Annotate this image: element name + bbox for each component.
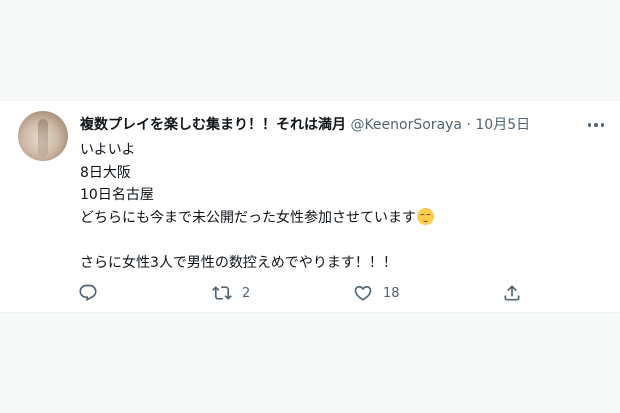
- tweet-actions: 2 18: [0, 281, 620, 305]
- share-icon: [504, 285, 520, 301]
- like-button[interactable]: 18: [353, 281, 400, 305]
- tweet-line: 10日名古屋: [80, 187, 154, 203]
- retweet-icon: [212, 286, 232, 300]
- tweet-card[interactable]: 複数プレイを楽しむ集まり！！それは満月 @KeenorSoraya · 10月5…: [0, 100, 620, 313]
- tweet-line: 8日大阪: [80, 164, 131, 181]
- more-options-icon[interactable]: [585, 115, 607, 135]
- tweet-line: いよいよ: [80, 142, 136, 158]
- separator-dot: ·: [466, 117, 471, 133]
- retweet-button[interactable]: 2: [212, 281, 250, 305]
- tweet-date[interactable]: 10月5日: [475, 117, 530, 133]
- tweet-text: いよいよ 8日大阪 10日名古屋 どちらにも今まで未公開だった女性参加させていま…: [80, 139, 600, 274]
- heart-icon: [354, 285, 372, 301]
- tweet-header: 複数プレイを楽しむ集まり！！それは満月 @KeenorSoraya · 10月5…: [80, 115, 610, 137]
- retweet-count: 2: [242, 285, 251, 301]
- author-name[interactable]: 複数プレイを楽しむ集まり！！それは満月: [80, 117, 346, 133]
- tweet-line-text: どちらにも今まで未公開だった女性参加させています: [80, 209, 416, 226]
- share-button[interactable]: [502, 281, 532, 305]
- relieved-face-emoji-icon: [417, 207, 434, 225]
- tweet-line: さらに女性3人で男性の数控えめでやります！！！: [80, 254, 397, 271]
- top-background: [0, 0, 620, 100]
- reply-icon: [79, 284, 97, 302]
- author-handle[interactable]: @KeenorSoraya: [350, 117, 462, 133]
- like-count: 18: [383, 285, 400, 301]
- avatar[interactable]: [18, 111, 68, 161]
- reply-button[interactable]: [78, 281, 108, 305]
- tweet-line-with-emoji: どちらにも今まで未公開だった女性参加させています: [80, 207, 600, 230]
- bottom-background: [0, 313, 620, 413]
